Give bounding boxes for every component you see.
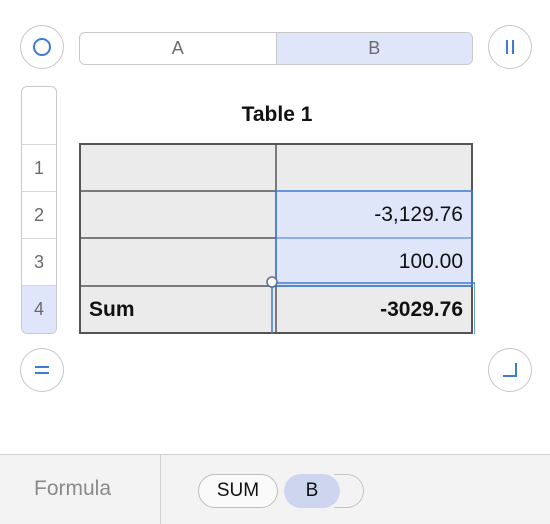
pause-bars-icon bbox=[506, 40, 514, 54]
cell-b4[interactable]: -3029.76 bbox=[276, 286, 473, 334]
cell-b3[interactable]: 100.00 bbox=[276, 238, 473, 286]
formula-bar-divider bbox=[160, 455, 161, 524]
row-header-blank[interactable] bbox=[22, 87, 56, 144]
table-title[interactable]: Table 1 bbox=[79, 103, 475, 127]
table-select-button[interactable] bbox=[20, 25, 64, 69]
equals-icon bbox=[35, 366, 49, 374]
cell-a3[interactable] bbox=[79, 238, 276, 286]
table-grid: -3,129.76 100.00 Sum -3029.76 bbox=[79, 143, 475, 334]
formula-bar: Formula SUM B bbox=[0, 454, 550, 524]
corner-resize-icon bbox=[503, 363, 517, 377]
cell-a1[interactable] bbox=[79, 143, 276, 191]
row-header-bar: 1 2 3 4 bbox=[21, 86, 57, 334]
formula-label: Formula bbox=[34, 477, 112, 500]
cell-a2[interactable] bbox=[79, 191, 276, 238]
column-header-bar: A B bbox=[79, 32, 473, 65]
cell-b2[interactable]: -3,129.76 bbox=[276, 191, 473, 238]
row-header-1[interactable]: 1 bbox=[22, 144, 56, 191]
row-header-3[interactable]: 3 bbox=[22, 238, 56, 285]
column-header-a[interactable]: A bbox=[80, 33, 276, 64]
row-header-2[interactable]: 2 bbox=[22, 191, 56, 238]
resize-table-button[interactable] bbox=[488, 348, 532, 392]
row-header-4[interactable]: 4 bbox=[22, 285, 56, 333]
row-handle-button[interactable] bbox=[20, 348, 64, 392]
reference-token-b[interactable]: B bbox=[284, 474, 340, 508]
circle-select-icon bbox=[33, 38, 51, 56]
column-handle-button[interactable] bbox=[488, 25, 532, 69]
function-token-sum[interactable]: SUM bbox=[198, 474, 278, 508]
column-header-b[interactable]: B bbox=[275, 33, 472, 64]
cell-b1[interactable] bbox=[276, 143, 473, 191]
cell-a4[interactable]: Sum bbox=[79, 286, 276, 334]
